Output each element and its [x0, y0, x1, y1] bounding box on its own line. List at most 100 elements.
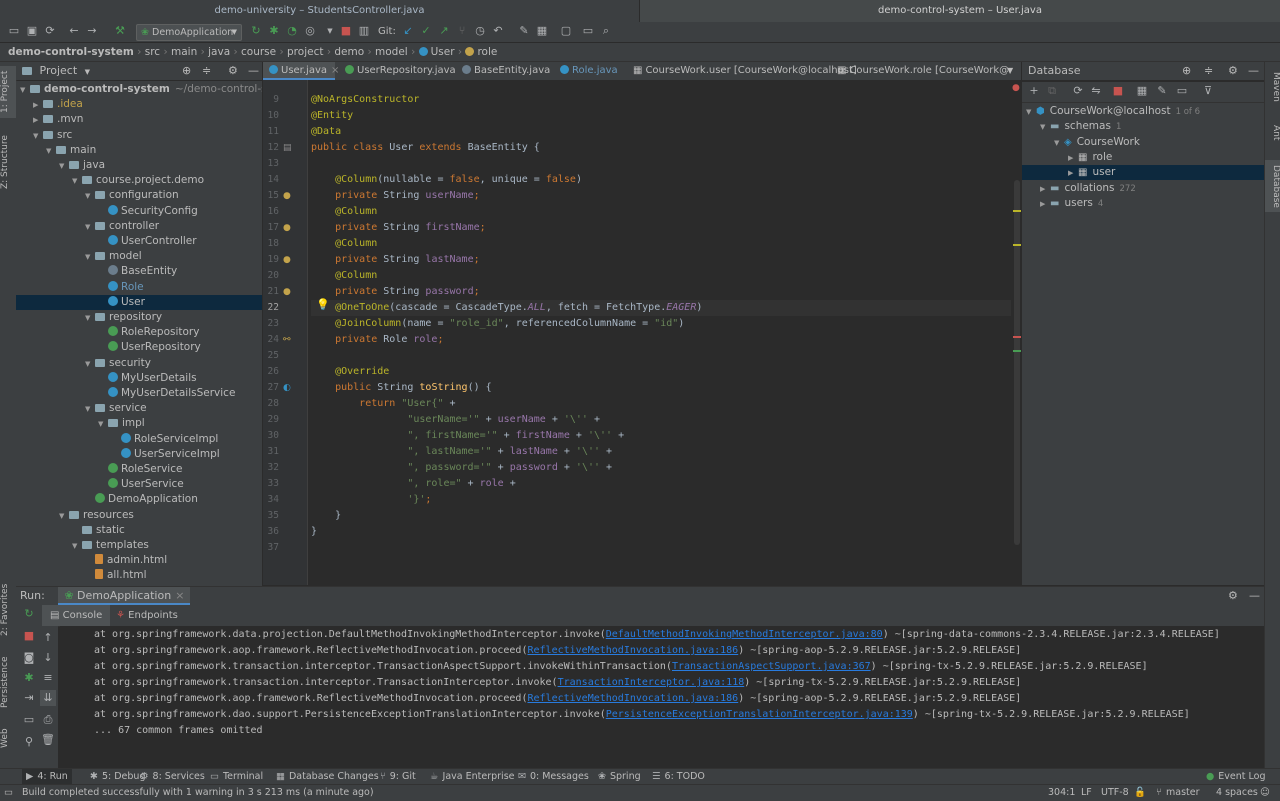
- project-tree-item[interactable]: DemoApplication: [16, 492, 262, 507]
- chevron-down-icon[interactable]: ▼: [85, 68, 90, 76]
- project-tree-item[interactable]: ▼ controller: [16, 219, 262, 234]
- project-tree-item[interactable]: SecurityConfig: [16, 204, 262, 219]
- tab-baseentity-java[interactable]: BaseEntity.java: [458, 62, 558, 80]
- up-arrow-icon[interactable]: ↑: [40, 630, 56, 646]
- tool-tab-project[interactable]: 1: Project: [0, 66, 16, 118]
- field-gutter-icon[interactable]: ●: [283, 188, 291, 204]
- tool-tab-ant[interactable]: Ant: [1265, 118, 1280, 148]
- tool-window-button[interactable]: ❀ Spring: [598, 769, 641, 785]
- code-line[interactable]: }: [311, 508, 341, 524]
- coverage-icon[interactable]: ◔: [284, 23, 300, 39]
- status-message[interactable]: Build completed successfully with 1 warn…: [22, 785, 374, 801]
- tab-coursework-role[interactable]: ▦CourseWork.role [CourseWork@localhos: [833, 62, 1008, 80]
- git-push-icon[interactable]: ↗: [436, 23, 452, 39]
- database-tree-item[interactable]: ▶ ▦ user: [1022, 165, 1264, 181]
- expanded-arrow-icon[interactable]: ▼: [1054, 136, 1064, 151]
- filter-icon[interactable]: ⊽: [1200, 83, 1216, 99]
- pin-icon[interactable]: ⚲: [21, 734, 37, 750]
- project-tree-item[interactable]: ▼ model: [16, 249, 262, 264]
- revert-icon[interactable]: ↶: [490, 23, 506, 39]
- tab-userrepository-java[interactable]: UserRepository.java: [341, 62, 456, 80]
- scroll-to-end-icon[interactable]: ⇊: [40, 690, 56, 706]
- field-gutter-icon[interactable]: ●: [283, 284, 291, 300]
- copy-icon[interactable]: ⧉: [1044, 83, 1060, 99]
- project-tree-item[interactable]: BaseEntity: [16, 264, 262, 279]
- collapsed-arrow-icon[interactable]: ▶: [1068, 151, 1078, 166]
- code-line[interactable]: @Entity: [311, 108, 353, 124]
- forward-icon[interactable]: →: [84, 23, 100, 39]
- expanded-arrow-icon[interactable]: ▼: [20, 83, 30, 98]
- change-marker[interactable]: [1013, 350, 1021, 352]
- settings-wrench-icon[interactable]: ✎: [516, 23, 532, 39]
- expanded-arrow-icon[interactable]: ▼: [85, 402, 95, 417]
- tab-role-java[interactable]: Role.java: [556, 62, 636, 80]
- code-line[interactable]: public class User extends BaseEntity {: [311, 140, 540, 156]
- code-line[interactable]: ", password='" + password + '\'' +: [311, 460, 612, 476]
- error-indicator-icon[interactable]: ●: [1012, 83, 1020, 93]
- code-line[interactable]: @Data: [311, 124, 341, 140]
- close-icon[interactable]: ×: [331, 65, 339, 76]
- project-tree-item[interactable]: ▼ service: [16, 401, 262, 416]
- console-line[interactable]: at org.springframework.aop.framework.Ref…: [94, 691, 1021, 707]
- exit-icon[interactable]: ⇥: [21, 690, 37, 706]
- collapsed-arrow-icon[interactable]: ▶: [1040, 182, 1050, 197]
- presentation-icon[interactable]: ▢: [558, 23, 574, 39]
- project-tree-item[interactable]: MyUserDetails: [16, 371, 262, 386]
- project-tree-item[interactable]: User: [16, 294, 262, 310]
- code-line[interactable]: @Column: [311, 268, 377, 284]
- code-line[interactable]: private Role role;: [311, 332, 443, 348]
- breadcrumb-item-main[interactable]: main: [171, 46, 197, 58]
- schema-sync-icon[interactable]: ⇋: [1088, 83, 1104, 99]
- breadcrumb-item-project[interactable]: demo-control-system: [8, 46, 134, 58]
- code-line[interactable]: ", role=" + role +: [311, 476, 515, 492]
- console-output[interactable]: at org.springframework.data.projection.D…: [60, 626, 1264, 768]
- code-line[interactable]: ", lastName='" + lastName + '\'' +: [311, 444, 612, 460]
- breadcrumb-item-src[interactable]: src: [145, 46, 160, 58]
- project-tree-item[interactable]: ▼ configuration: [16, 188, 262, 203]
- layout-icon[interactable]: ▭: [21, 712, 37, 728]
- code-line[interactable]: private String lastName;: [311, 252, 480, 268]
- git-branch-icon[interactable]: ⑂: [454, 23, 470, 39]
- project-tree-item[interactable]: ▼ security: [16, 356, 262, 371]
- project-tree-item[interactable]: UserService: [16, 477, 262, 492]
- breadcrumb-item-model[interactable]: model: [375, 46, 408, 58]
- source-link[interactable]: PersistenceExceptionTranslationIntercept…: [606, 709, 913, 720]
- console-line[interactable]: at org.springframework.aop.framework.Ref…: [94, 643, 1021, 659]
- close-icon[interactable]: ×: [175, 589, 184, 602]
- expanded-arrow-icon[interactable]: ▼: [59, 509, 69, 524]
- build-hammer-icon[interactable]: ⚒: [112, 23, 128, 39]
- database-tree-item[interactable]: ▼ ⬢ CourseWork@localhost 1 of 6: [1022, 104, 1264, 119]
- lock-icon[interactable]: 🔓: [1134, 785, 1146, 801]
- project-tree-item[interactable]: ▼ java: [16, 158, 262, 173]
- project-tree-item[interactable]: static: [16, 523, 262, 538]
- breadcrumb-item-course[interactable]: course: [241, 46, 276, 58]
- source-link[interactable]: DefaultMethodInvokingMethodInterceptor.j…: [606, 629, 883, 640]
- breadcrumb-item-user[interactable]: User: [431, 46, 455, 58]
- database-tree-item[interactable]: ▶ ▬ collations 272: [1022, 181, 1264, 196]
- status-icon[interactable]: ▭: [4, 785, 13, 801]
- run-config-select[interactable]: ❀ DemoApplication ▼: [136, 24, 242, 41]
- tool-tab-database[interactable]: Database: [1265, 160, 1280, 212]
- soft-wrap-icon[interactable]: ≡: [40, 670, 56, 686]
- tool-window-button[interactable]: ✱ 5: Debug: [90, 769, 145, 785]
- breadcrumb-item-project-pkg[interactable]: project: [287, 46, 323, 58]
- project-tree-item[interactable]: UserServiceImpl: [16, 447, 262, 462]
- layout-icon[interactable]: ▥: [356, 23, 372, 39]
- open-folder-icon[interactable]: ▭: [6, 23, 22, 39]
- history-icon[interactable]: ◷: [472, 23, 488, 39]
- tab-console[interactable]: ▤ Console: [42, 605, 111, 626]
- code-line[interactable]: }: [311, 524, 317, 540]
- tab-list-chevron-icon[interactable]: ▼: [1007, 62, 1013, 80]
- notifications-icon[interactable]: ☺: [1260, 785, 1270, 801]
- project-tree-item[interactable]: ▼ repository: [16, 310, 262, 325]
- stop-icon[interactable]: ■: [21, 628, 37, 644]
- project-tree-item[interactable]: ▼ main: [16, 143, 262, 158]
- tool-window-button[interactable]: ☕ Java Enterprise: [430, 769, 515, 785]
- tool-window-button[interactable]: ☰ 6: TODO: [652, 769, 705, 785]
- code-editor[interactable]: @NoArgsConstructor @Entity @Data public cla…: [308, 80, 1013, 585]
- code-line[interactable]: private String firstName;: [311, 220, 486, 236]
- expanded-arrow-icon[interactable]: ▼: [72, 174, 82, 189]
- project-tree-item[interactable]: ▼ course.project.demo: [16, 173, 262, 188]
- expanded-arrow-icon[interactable]: ▼: [46, 144, 56, 159]
- project-tree-item[interactable]: RoleService: [16, 462, 262, 477]
